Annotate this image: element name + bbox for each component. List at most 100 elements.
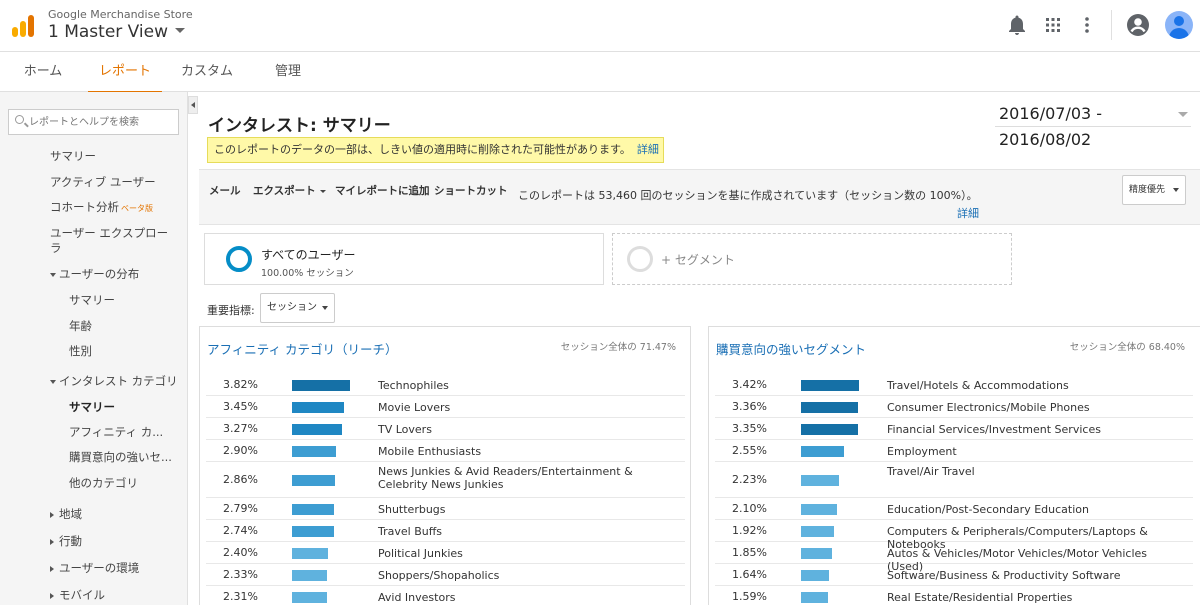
bar [292,474,336,486]
sidebar-item-interests-summary[interactable]: サマリー [69,399,115,415]
category-label: Travel Buffs [378,524,443,538]
bar-value-label: 2.86% [223,473,258,486]
sidebar-item-label: ユーザーの環境 [59,561,140,575]
in-market-title-link[interactable]: 購買意向の強いセグメント [716,339,866,358]
sidebar-item-demographics[interactable]: ユーザーの分布 [50,266,139,282]
sidebar-item-age[interactable]: 年齢 [69,318,92,334]
bar-value-label: 1.85% [732,546,767,559]
view-selector[interactable]: 1 Master View [48,22,168,42]
sidebar-item-summary[interactable]: サマリー [50,148,96,164]
bar-value-label: 3.27% [223,422,258,435]
sidebar-item-active-users[interactable]: アクティブ ユーザー [50,174,156,190]
bar-value-label: 1.64% [732,568,767,581]
bar-value-label: 2.33% [223,568,258,581]
account-name: Google Merchandise Store [48,8,193,21]
affinity-total: セッション全体の 71.47% [560,342,676,353]
analytics-logo-icon[interactable] [12,15,34,37]
email-button[interactable]: メール [209,183,241,198]
category-label: Employment [887,444,957,458]
sidebar-item-demo-summary[interactable]: サマリー [69,292,115,308]
affinity-title-link[interactable]: アフィニティ カテゴリ（リーチ） [207,339,397,358]
bar [292,503,335,515]
bar-row: 3.36% Consumer Electronics/Mobile Phones [715,396,1193,418]
sidebar-item-gender[interactable]: 性別 [69,343,92,359]
category-label: Shutterbugs [378,502,446,516]
category-label: Travel/Hotels & Accommodations [887,378,1069,392]
bar-value-label: 3.35% [732,422,767,435]
bar-value-label: 3.45% [223,400,258,413]
more-vertical-icon[interactable] [1075,13,1099,37]
bar-row: 3.42% Travel/Hotels & Accommodations [715,374,1193,396]
collapsed-caret-icon [50,565,54,572]
bar [801,503,837,515]
metric-label: 重要指標: [207,304,255,317]
bar-value-label: 2.31% [223,590,258,603]
tab-reports[interactable]: レポート [88,52,162,93]
tab-home[interactable]: ホーム [14,52,72,92]
session-details-link[interactable]: 詳細 [957,205,979,221]
top-header: Google Merchandise Store 1 Master View [0,0,1200,52]
add-segment-button[interactable]: + セグメント [612,233,1012,285]
bar-value-label: 2.23% [732,473,767,486]
main-nav: ホーム レポート カスタム 管理 [0,52,1200,93]
sidebar-search[interactable] [8,109,179,135]
segment-name: すべてのユーザー [261,248,356,262]
expanded-caret-icon [50,379,56,384]
account-circle-icon[interactable] [1126,13,1150,37]
apps-grid-icon[interactable] [1041,13,1065,37]
bar-row: 3.45% Movie Lovers [206,396,685,418]
empty-segment-ring-icon [627,246,653,272]
tab-admin[interactable]: 管理 [266,52,310,92]
sidebar-item-in-market[interactable]: 購買意向の強いセ... [69,449,172,465]
sidebar-item-technology[interactable]: ユーザーの環境 [50,560,139,576]
bar-value-label: 2.90% [223,444,258,457]
bar [801,591,828,603]
search-input[interactable] [29,113,175,131]
warning-text: このレポートのデータの一部は、しきい値の適用時に削除された可能性があります。 [214,143,631,156]
metric-dropdown[interactable]: セッション [260,293,335,323]
sidebar-item-other-category[interactable]: 他のカテゴリ [69,475,138,491]
bar-row: 1.59% Real Estate/Residential Properties [715,586,1193,605]
segment-ring-icon [226,246,252,272]
user-avatar[interactable] [1165,11,1193,39]
tab-custom[interactable]: カスタム [176,52,238,92]
bar-row: 3.35% Financial Services/Investment Servi… [715,418,1193,440]
bar-row: 2.33% Shoppers/Shopaholics [206,564,685,586]
sidebar-item-affinity[interactable]: アフィニティ カ... [69,424,163,440]
bar [292,569,328,581]
sidebar-item-mobile[interactable]: モバイル [50,587,105,603]
export-button[interactable]: エクスポート [253,183,326,198]
sidebar: サマリー アクティブ ユーザー コホート分析ベータ版 ユーザー エクスプローラ … [0,92,188,605]
precision-dropdown[interactable]: 精度優先 [1122,175,1186,205]
chevron-down-icon [1173,188,1179,192]
bar-row: 2.23% Travel/Air Travel [715,462,1193,498]
category-label: Travel/Air Travel [887,465,975,478]
shortcut-button[interactable]: ショートカット [434,183,508,198]
bar-value-label: 3.82% [223,378,258,391]
chevron-down-icon [319,189,326,193]
add-to-dashboard-button[interactable]: マイレポートに追加 [335,183,430,198]
sidebar-item-label: モバイル [59,588,105,602]
sidebar-item-interests[interactable]: インタレスト カテゴリ [50,373,178,389]
view-dropdown-caret-icon[interactable] [175,28,185,33]
sidebar-item-cohort[interactable]: コホート分析 ベータ版 [50,199,153,215]
date-range-picker[interactable]: 2016/07/03 - 2016/08/02 [995,101,1191,149]
bar [801,525,834,537]
category-label: TV Lovers [378,422,432,436]
warning-details-link[interactable]: 詳細 [637,143,659,156]
bar-row: 2.40% Political Junkies [206,542,685,564]
bar [292,591,328,603]
segment-sessions: 100.00% セッション [261,268,354,279]
category-label: Mobile Enthusiasts [378,444,482,458]
bar-row: 1.92% Computers & Peripherals/Computers/L… [715,520,1193,551]
collapsed-caret-icon [50,511,54,518]
sidebar-item-user-explorer[interactable]: ユーザー エクスプローラ [50,226,175,256]
sidebar-collapse-button[interactable] [188,96,198,114]
bar [292,547,329,559]
segment-all-users[interactable]: すべてのユーザー 100.00% セッション [204,233,604,285]
bar [292,445,337,457]
bell-icon[interactable] [1005,13,1029,37]
sidebar-item-behavior[interactable]: 行動 [50,533,82,549]
bar-value-label: 3.42% [732,378,767,391]
sidebar-item-geo[interactable]: 地域 [50,506,82,522]
